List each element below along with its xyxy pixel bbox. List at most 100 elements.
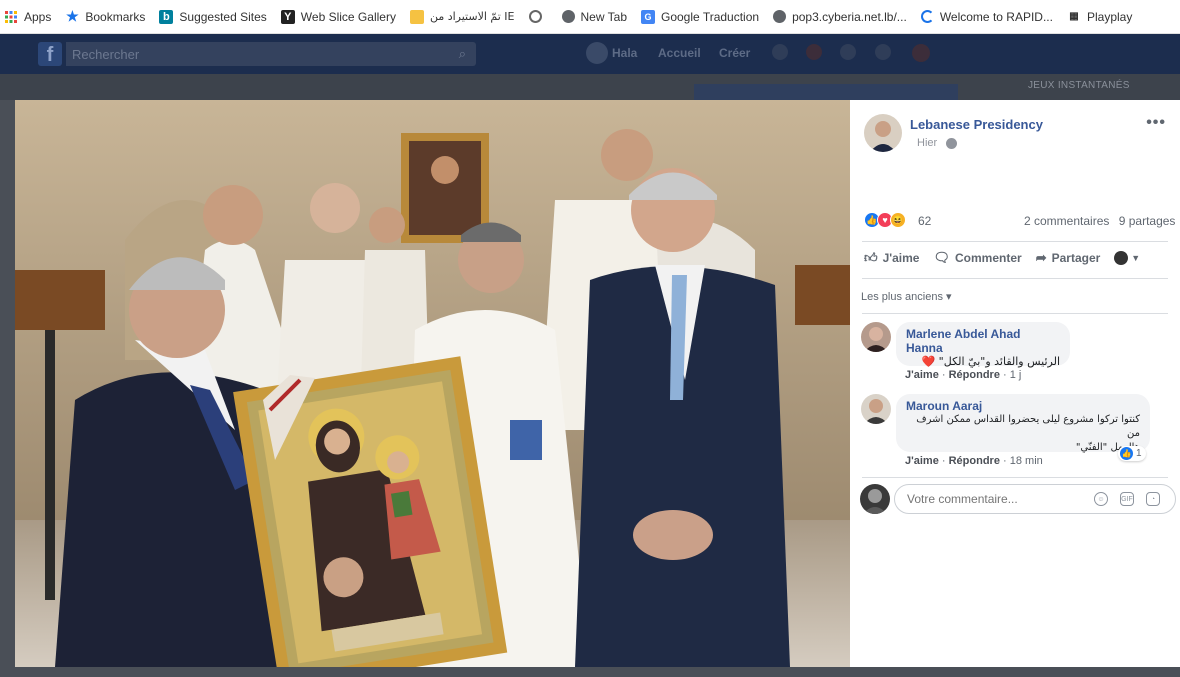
reaction-count[interactable]: 62 <box>918 214 931 228</box>
bookmark-label: New Tab <box>580 9 627 24</box>
bookmark-pop3-cyberia[interactable]: pop3.cyberia.net.lb/... <box>773 10 907 24</box>
spiral-icon <box>528 10 542 23</box>
globe-icon <box>561 10 575 23</box>
comment-time[interactable]: 18 min <box>1010 455 1043 467</box>
nav-home[interactable]: Accueil <box>658 46 701 60</box>
divider <box>862 313 1168 314</box>
commenter-name-link[interactable]: Maroun Aaraj <box>906 399 1140 413</box>
comment-bubble: Marlene Abdel Ahad Hanna الرئيس والقائد … <box>896 322 1070 368</box>
nav-create[interactable]: Créer <box>719 46 750 60</box>
emoji-icon[interactable]: ☺ <box>1094 492 1108 506</box>
bookmark-bookmarks[interactable]: ★ Bookmarks <box>65 8 146 24</box>
comment-time[interactable]: 1 j <box>1010 369 1022 381</box>
translate-icon: G <box>641 9 655 24</box>
comment-button[interactable]: 🗨︎ Commenter <box>933 250 1021 266</box>
friends-icon[interactable] <box>772 44 788 60</box>
nav-profile[interactable]: Hala <box>612 46 637 60</box>
comments-count-link[interactable]: 2 commentaires <box>1024 214 1109 228</box>
dimmed-backdrop <box>0 74 1180 100</box>
post-photo[interactable] <box>15 100 850 667</box>
commenter-name-link[interactable]: Marlene Abdel Ahad Hanna <box>906 327 1060 355</box>
comment-sort-dropdown[interactable]: Les plus anciens ▾ <box>861 290 952 303</box>
bookmark-label: Web Slice Gallery <box>300 9 396 24</box>
facebook-logo[interactable]: f <box>38 42 62 66</box>
divider <box>862 241 1168 242</box>
chevron-down-icon: ▼ <box>1131 253 1141 263</box>
divider <box>862 477 1168 478</box>
bookmark-label: Apps <box>24 9 52 24</box>
comment-meta: J'aime · Répondre · 18 min <box>905 455 1043 467</box>
like-label: J'aime <box>882 251 920 265</box>
bookmark-label: pop3.cyberia.net.lb/... <box>792 9 907 24</box>
comment-bubble: Maroun Aaraj كنتوا تركوا مشروع ليلى يحضر… <box>896 394 1150 453</box>
like-reaction-icon: 👍 <box>1120 447 1133 460</box>
bookmark-playplay[interactable]: ▦ Playplay <box>1067 10 1132 24</box>
speech-bubble-icon: 🗨︎ <box>933 250 950 265</box>
comment-reply-link[interactable]: Répondre <box>949 369 1000 381</box>
notifications-icon[interactable] <box>840 44 856 60</box>
comment-composer[interactable]: ☺ GIF ◔ <box>894 484 1176 514</box>
more-options-button[interactable]: ••• <box>1146 114 1166 132</box>
page-avatar[interactable] <box>864 114 902 152</box>
divider <box>862 278 1168 279</box>
comment-like-badge[interactable]: 👍 1 <box>1118 446 1146 461</box>
share-button[interactable]: ➦ Partager <box>1036 250 1101 266</box>
search-placeholder: Rechercher <box>72 47 140 62</box>
bookmark-google-traduction[interactable]: G Google Traduction <box>641 9 759 24</box>
current-user-avatar[interactable] <box>860 484 890 514</box>
avatar-image <box>864 327 888 352</box>
reactions-icons[interactable]: 👍 ♥ 😆 <box>864 212 906 228</box>
commenter-avatar[interactable] <box>861 322 891 352</box>
bookmark-apps[interactable]: Apps <box>4 10 51 24</box>
shares-count-link[interactable]: 9 partages <box>1119 214 1176 228</box>
quick-help-icon[interactable] <box>912 44 930 62</box>
profile-avatar[interactable] <box>586 42 608 64</box>
bookmark-spiral[interactable] <box>528 10 548 23</box>
bookmark-ie-import-folder[interactable]: تمّ الاستيراد من IE <box>409 9 515 24</box>
bookmark-label: Bookmarks <box>85 9 146 24</box>
avatar-image <box>864 399 888 424</box>
sticker-icon[interactable]: ◔ <box>1146 492 1160 506</box>
bing-icon: b <box>159 9 174 24</box>
avatar-image <box>870 121 896 152</box>
comment-like-link[interactable]: J'aime <box>905 369 939 381</box>
post-actions: 👍︎ J'aime 🗨︎ Commenter ➦ Partager ▼ <box>864 250 1168 266</box>
share-label: Partager <box>1051 251 1101 265</box>
bookmark-label: Welcome to RAPID... <box>939 9 1053 24</box>
playplay-icon: ▦ <box>1069 11 1079 22</box>
comment-text: الرئيس والقائد و"بيّ الكل" ❤️ <box>921 355 1060 368</box>
avatar-image <box>863 489 887 514</box>
comment-reply-link[interactable]: Répondre <box>949 455 1000 467</box>
apps-grid-icon <box>4 10 18 24</box>
folder-icon <box>409 9 424 24</box>
rapid-icon <box>920 10 934 23</box>
photo-illustration <box>15 100 850 667</box>
comment-like-link[interactable]: J'aime <box>905 455 939 467</box>
gif-icon[interactable]: GIF <box>1120 492 1134 506</box>
like-button[interactable]: 👍︎ J'aime <box>864 250 919 266</box>
help-icon[interactable] <box>875 44 891 60</box>
comment-label: Commenter <box>955 251 1022 265</box>
bookmark-label: تمّ الاستيراد من IE <box>429 10 515 23</box>
thumbs-up-icon: 👍︎ <box>864 250 878 265</box>
bookmark-new-tab[interactable]: New Tab <box>561 9 627 24</box>
page-name-link[interactable]: Lebanese Presidency <box>910 117 1043 132</box>
search-input[interactable]: Rechercher ⌕ <box>66 42 476 66</box>
globe-icon <box>946 138 957 149</box>
page-selector-avatar <box>1114 251 1129 265</box>
comment-input[interactable] <box>907 492 1087 506</box>
bookmark-web-slice-gallery[interactable]: Y Web Slice Gallery <box>280 9 396 24</box>
facebook-top-bar: f Rechercher ⌕ Hala Accueil Créer <box>0 34 1180 74</box>
commenter-avatar[interactable] <box>861 394 891 424</box>
post-timestamp[interactable]: Hier <box>917 137 937 149</box>
messenger-icon[interactable] <box>806 44 822 60</box>
comment-text-line: كنتوا تركوا مشروع ليلى يحضروا القداس ممك… <box>916 414 1140 439</box>
haha-reaction-icon: 😆 <box>890 212 906 228</box>
bookmark-suggested-sites[interactable]: b Suggested Sites <box>159 9 267 24</box>
star-icon: ★ <box>66 8 79 24</box>
bookmark-welcome-rapid[interactable]: Welcome to RAPID... <box>920 9 1053 24</box>
bookmarks-bar: Apps ★ Bookmarks b Suggested Sites Y Web… <box>0 0 1180 34</box>
bookmark-label: Suggested Sites <box>179 9 267 24</box>
search-icon[interactable]: ⌕ <box>459 46 466 62</box>
post-as-selector[interactable]: ▼ <box>1114 251 1140 265</box>
